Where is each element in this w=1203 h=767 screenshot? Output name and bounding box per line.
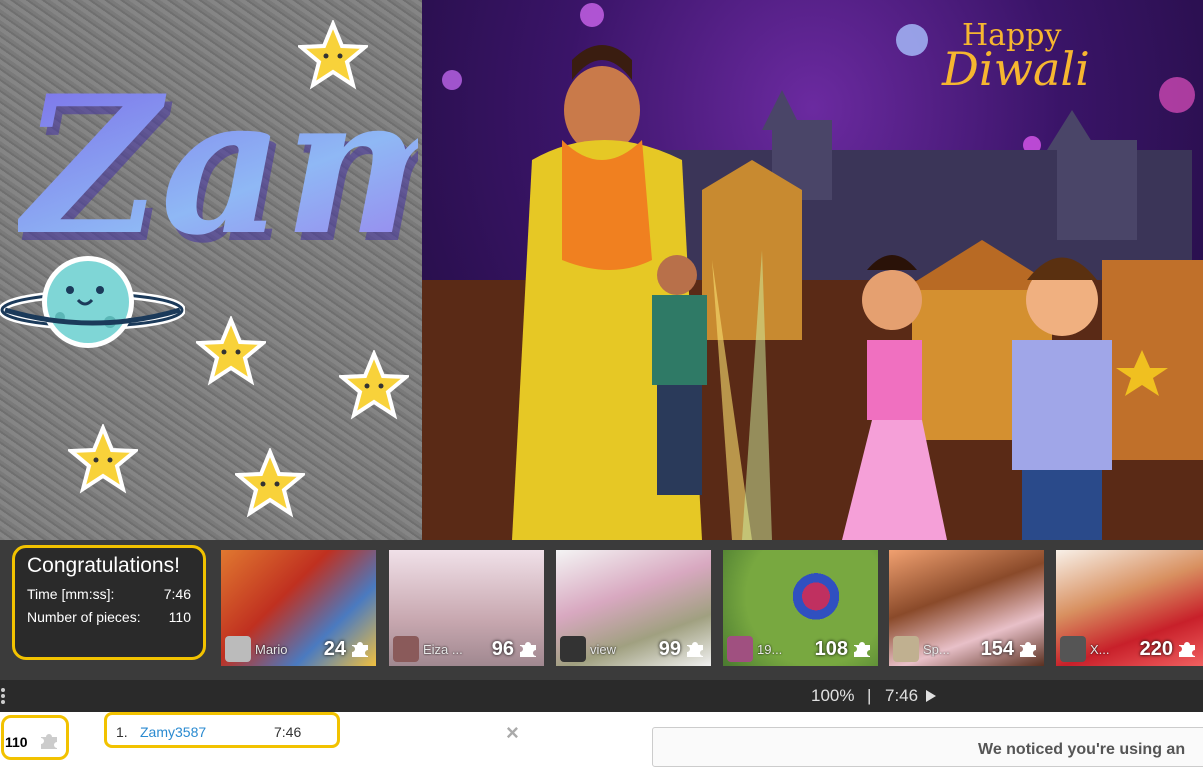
- leaderboard-rank: 1.: [116, 724, 128, 740]
- puzzle-piece-icon: [1020, 642, 1036, 657]
- puzzle-image-diwali: Happy Diwali: [422, 0, 1203, 540]
- thumbnail-puzzle[interactable]: Sp... 154: [889, 550, 1044, 666]
- puzzle-piece-icon: [687, 642, 703, 657]
- star-sticker: [339, 350, 409, 420]
- puzzle-piece-icon: [1179, 642, 1195, 657]
- adblock-notice-text: We noticed you're using an: [978, 741, 1186, 758]
- avatar: [893, 636, 919, 662]
- planet-sticker: [0, 256, 185, 348]
- congrats-title: Congratulations!: [27, 554, 180, 577]
- thumbnail-info: Eiza ... 96: [389, 632, 544, 666]
- thumbnail-puzzle[interactable]: Mario 24: [221, 550, 376, 666]
- thumbnail-info: X... 220: [1056, 632, 1203, 666]
- avatar: [727, 636, 753, 662]
- puzzle-piece-icon: [41, 734, 57, 749]
- adblock-notice: We noticed you're using an: [652, 727, 1203, 767]
- time-value: 7:46: [163, 586, 191, 602]
- congratulations-panel: Congratulations! Time [mm:ss]: 7:46 Numb…: [12, 545, 206, 660]
- star-sticker: [298, 20, 368, 90]
- thumbnail-user: view: [590, 641, 617, 657]
- avatar: [225, 636, 251, 662]
- play-icon[interactable]: [926, 690, 936, 702]
- pieces-label: Number of pieces:: [27, 609, 141, 625]
- bottom-panel: 110 1. Zamy3587 7:46 × We noticed you're…: [0, 712, 1203, 767]
- diwali-text: Diwali: [941, 42, 1090, 96]
- avatar: [1060, 636, 1086, 662]
- thumbnail-puzzle[interactable]: Eiza ... 96: [389, 550, 544, 666]
- thumbnail-user: Eiza ...: [423, 641, 463, 657]
- zoom-level[interactable]: 100%: [811, 686, 854, 706]
- thumbnail-puzzle[interactable]: X... 220: [1056, 550, 1203, 666]
- thumbnail-user: 19...: [757, 641, 783, 657]
- thumbnail-piece-count: 24: [323, 637, 346, 660]
- status-bar: 100% | 7:46: [0, 680, 1203, 712]
- thumbnail-info: 19... 108: [723, 632, 878, 666]
- leaderboard-time: 7:46: [274, 724, 302, 740]
- time-label: Time [mm:ss]:: [27, 586, 115, 602]
- avatar: [560, 636, 586, 662]
- status-separator: |: [867, 686, 872, 705]
- timer: 7:46: [885, 686, 919, 705]
- leaderboard-user-link[interactable]: Zamy3587: [140, 724, 206, 740]
- thumbnail-info: Sp... 154: [889, 632, 1044, 666]
- thumbnail-piece-count: 154: [980, 637, 1014, 660]
- thumbnail-piece-count: 220: [1139, 637, 1173, 660]
- menu-dots-icon[interactable]: [0, 687, 6, 705]
- puzzle-page: Zamy Zamy: [0, 0, 1203, 767]
- pieces-value: 110: [168, 609, 191, 625]
- puzzle-image-left-art: Zamy Zamy: [0, 0, 422, 540]
- puzzle-piece-icon: [520, 642, 536, 657]
- thumbnail-info: Mario 24: [221, 632, 376, 666]
- thumbnail-user: Sp...: [923, 641, 950, 657]
- piece-count: 110: [5, 734, 28, 750]
- thumbnail-piece-count: 108: [814, 637, 848, 660]
- thumbnail-piece-count: 96: [491, 637, 514, 660]
- thumbnail-puzzle[interactable]: 19... 108: [723, 550, 878, 666]
- thumbnail-info: view 99: [556, 632, 711, 666]
- close-button[interactable]: ×: [506, 720, 519, 746]
- star-sticker: [196, 316, 266, 386]
- congrats-time-row: Time [mm:ss]: 7:46: [27, 586, 191, 602]
- puzzle-piece-icon: [854, 642, 870, 657]
- related-puzzles-bar: Congratulations! Time [mm:ss]: 7:46 Numb…: [0, 540, 1203, 680]
- star-sticker: [68, 424, 138, 494]
- star-sticker: [235, 448, 305, 518]
- thumbnail-puzzle[interactable]: view 99: [556, 550, 711, 666]
- thumbnail-user: Mario: [255, 641, 288, 657]
- diwali-illustration: Happy Diwali: [422, 3, 1203, 540]
- congrats-pieces-row: Number of pieces: 110: [27, 609, 191, 625]
- puzzle-piece-icon: [352, 642, 368, 657]
- thumbnail-piece-count: 99: [658, 637, 681, 660]
- avatar: [393, 636, 419, 662]
- thumbnail-user: X...: [1090, 641, 1110, 657]
